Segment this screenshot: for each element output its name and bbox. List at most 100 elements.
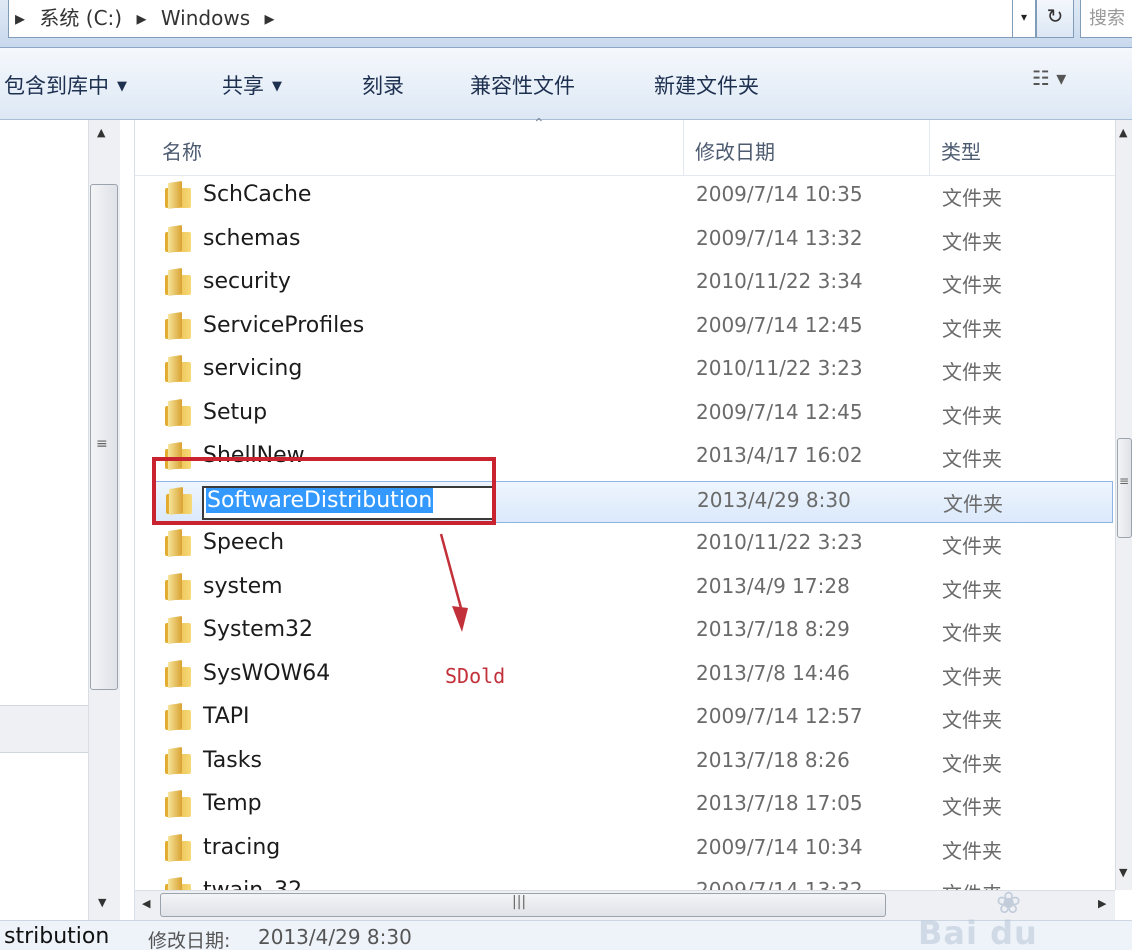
file-date: 2010/11/22 3:34: [696, 269, 863, 293]
status-date-value: 2013/4/29 8:30: [258, 925, 412, 949]
file-name: ServiceProfiles: [203, 312, 365, 338]
file-name: Temp: [203, 791, 262, 816]
compat-files-button[interactable]: 兼容性文件: [470, 70, 575, 100]
column-date[interactable]: 修改日期: [695, 136, 775, 165]
table-row[interactable]: system 2013/4/9 17:28 文件夹: [153, 568, 1113, 610]
file-type: 文件夹: [942, 360, 1002, 384]
file-name: schemas: [203, 225, 301, 251]
table-row[interactable]: servicing 2010/11/22 3:23 文件夹: [153, 350, 1113, 392]
navigation-item[interactable]: [0, 705, 100, 753]
address-history-dropdown-icon[interactable]: ▾: [1012, 0, 1036, 38]
file-date: 2013/4/9 17:28: [696, 573, 850, 598]
nav-scroll-up-icon[interactable]: ▲: [97, 126, 105, 139]
file-name: SysWOW64: [203, 660, 331, 686]
list-scroll-down-icon[interactable]: ▼: [1119, 866, 1127, 879]
share-button[interactable]: 共享 ▼: [222, 70, 282, 100]
list-scroll-up-icon[interactable]: ▲: [1119, 126, 1127, 139]
breadcrumb-arrow-icon: ▸: [15, 6, 26, 30]
table-row[interactable]: tracing 2009/7/14 10:34 文件夹: [153, 829, 1113, 871]
scroll-grip-icon: ≡: [1119, 474, 1130, 488]
explorer-window: ▸ 系统 (C:) ▸ Windows ▸ ▾ ↻ 搜索 包含到库中 ▼ 共享 ▼ …: [0, 0, 1132, 950]
file-name: security: [203, 269, 291, 294]
file-type: 文件夹: [942, 577, 1002, 602]
file-type: 文件夹: [942, 273, 1002, 297]
file-name: Speech: [203, 530, 285, 555]
file-type: 文件夹: [942, 534, 1002, 558]
file-type: 文件夹: [942, 621, 1002, 645]
table-row[interactable]: Temp 2013/7/18 17:05 文件夹: [153, 785, 1113, 827]
file-type: 文件夹: [942, 795, 1002, 819]
file-date: 2009/7/14 12:45: [696, 399, 863, 424]
file-date: 2009/7/14 10:34: [696, 834, 863, 859]
column-divider[interactable]: [683, 120, 684, 176]
annotation-text: SDold: [445, 664, 506, 688]
include-library-button[interactable]: 包含到库中 ▼: [4, 70, 127, 100]
folder-icon: [165, 181, 191, 210]
file-name: SchCache: [203, 182, 312, 207]
include-library-label: 包含到库中: [4, 74, 109, 98]
table-row[interactable]: schemas 2009/7/14 13:32 文件夹: [153, 220, 1113, 262]
file-name: system: [203, 573, 283, 599]
column-type[interactable]: 类型: [941, 136, 981, 165]
chevron-down-icon: ▼: [117, 79, 127, 94]
address-field[interactable]: ▸ 系统 (C:) ▸ Windows ▸: [8, 0, 1018, 38]
file-type: 文件夹: [942, 316, 1002, 341]
address-bar-area: ▸ 系统 (C:) ▸ Windows ▸ ▾ ↻ 搜索: [0, 0, 1132, 48]
table-row[interactable]: security 2010/11/22 3:34 文件夹: [153, 263, 1113, 305]
table-row[interactable]: System32 2013/7/18 8:29 文件夹: [153, 611, 1113, 653]
file-type: 文件夹: [942, 403, 1002, 428]
folder-icon: [165, 224, 191, 254]
folder-icon: [165, 529, 191, 558]
file-name: tracing: [203, 834, 281, 860]
command-bar: 包含到库中 ▼ 共享 ▼ 刻录 兼容性文件 新建文件夹 ☷ ▾: [0, 48, 1132, 120]
file-name: Setup: [203, 399, 268, 425]
file-type: 文件夹: [942, 186, 1002, 210]
search-input[interactable]: 搜索: [1080, 0, 1132, 38]
breadcrumb-drive[interactable]: 系统 (C:): [39, 6, 122, 30]
status-filename: stribution: [4, 924, 110, 949]
table-row[interactable]: SchCache 2009/7/14 10:35 文件夹: [153, 176, 1113, 218]
scroll-right-icon[interactable]: ▶: [1098, 897, 1106, 910]
table-row[interactable]: Tasks 2013/7/18 8:26 文件夹: [153, 742, 1113, 784]
file-date: 2009/7/14 12:57: [696, 704, 863, 728]
column-divider[interactable]: [929, 120, 930, 176]
table-row[interactable]: Setup 2009/7/14 12:45 文件夹: [153, 394, 1113, 436]
views-icon[interactable]: ☷ ▾: [1032, 66, 1066, 90]
file-date: 2009/7/14 13:32: [696, 225, 863, 250]
table-row[interactable]: TAPI 2009/7/14 12:57 文件夹: [153, 698, 1113, 740]
table-row[interactable]: ServiceProfiles 2009/7/14 12:45 文件夹: [153, 307, 1113, 349]
nav-scroll-down-icon[interactable]: ▼: [98, 896, 106, 909]
folder-icon: [165, 311, 191, 341]
folder-icon: [165, 268, 191, 297]
scroll-left-icon[interactable]: ◀: [142, 897, 150, 910]
status-date-label: 修改日期:: [148, 930, 231, 950]
column-name[interactable]: 名称: [162, 136, 202, 165]
burn-button[interactable]: 刻录: [362, 70, 404, 100]
list-vertical-scroll-thumb[interactable]: [1117, 438, 1132, 538]
sort-ascending-icon: ⌃: [533, 116, 545, 132]
scroll-grip-icon: ≡: [96, 436, 108, 452]
file-type: 文件夹: [942, 838, 1002, 863]
folder-icon: [165, 659, 191, 689]
column-header: 名称 ⌃ 修改日期 类型: [135, 116, 1115, 176]
breadcrumb-arrow-icon[interactable]: ▸: [264, 6, 274, 30]
folder-icon: [165, 398, 191, 428]
file-date: 2013/4/29 8:30: [697, 487, 851, 512]
file-date: 2009/7/14 12:45: [696, 312, 863, 337]
folder-icon: [165, 703, 191, 732]
file-date: 2013/7/18 17:05: [696, 791, 863, 815]
new-folder-button[interactable]: 新建文件夹: [654, 70, 759, 100]
folder-icon: [165, 572, 191, 602]
breadcrumb-arrow-icon[interactable]: ▸: [136, 6, 146, 30]
file-type: 文件夹: [942, 664, 1002, 689]
file-name: Tasks: [203, 747, 262, 773]
file-type: 文件夹: [942, 751, 1002, 776]
file-date: 2009/7/14 10:35: [696, 182, 863, 206]
file-date: 2010/11/22 3:23: [696, 530, 863, 554]
folder-icon: [165, 616, 191, 645]
table-row[interactable]: SysWOW64 2013/7/8 14:46 文件夹: [153, 655, 1113, 697]
chevron-down-icon: ▼: [272, 79, 282, 94]
table-row[interactable]: Speech 2010/11/22 3:23 文件夹: [153, 524, 1113, 566]
breadcrumb-windows[interactable]: Windows: [161, 6, 250, 30]
refresh-icon[interactable]: ↻: [1036, 0, 1074, 38]
